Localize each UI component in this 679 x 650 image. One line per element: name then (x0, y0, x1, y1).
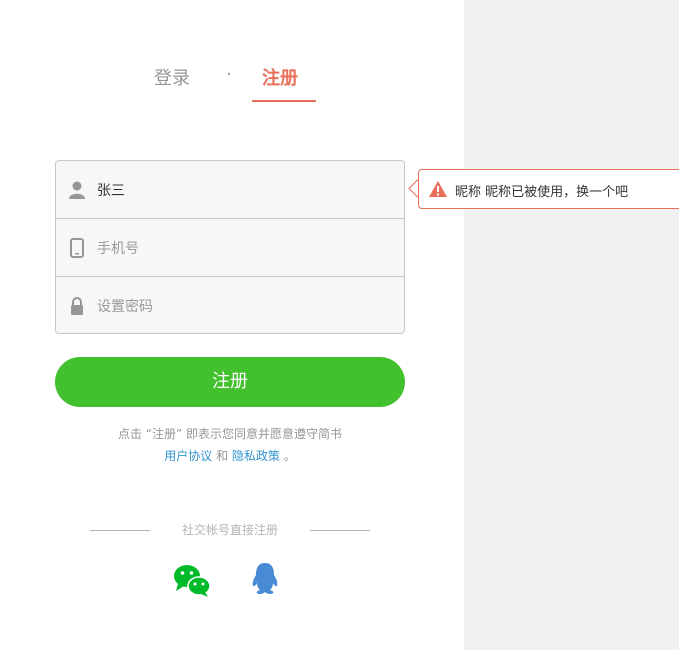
tab-register[interactable]: 注册 (262, 64, 298, 90)
privacy-policy-link[interactable]: 隐私政策 (232, 449, 280, 463)
register-panel: 登录 · 注册 张三 手机号 设置密码 注册 点击 “注册” 即表示您同意并愿意… (0, 0, 464, 650)
terms-and: 和 (212, 449, 232, 463)
register-button[interactable]: 注册 (55, 357, 405, 407)
nickname-input[interactable]: 张三 (97, 180, 125, 200)
wechat-icon[interactable] (172, 562, 212, 598)
terms-prefix: 点击 “注册” 即表示您同意并愿意遵守简书 (117, 427, 343, 441)
lock-icon (71, 297, 83, 315)
phone-input[interactable]: 手机号 (97, 238, 139, 258)
tab-login[interactable]: 登录 (154, 64, 190, 90)
social-login-title: 社交帐号直接注册 (90, 521, 370, 541)
nickname-error-tooltip: 昵称 昵称已被使用，换一个吧 (418, 169, 679, 209)
terms-text: 点击 “注册” 即表示您同意并愿意遵守简书 用户协议 和 隐私政策 。 (55, 423, 405, 467)
qq-icon[interactable] (251, 562, 279, 596)
phone-field[interactable]: 手机号 (56, 219, 404, 277)
user-icon (69, 181, 85, 199)
active-tab-underline (252, 100, 316, 102)
password-input[interactable]: 设置密码 (97, 296, 153, 316)
terms-suffix: 。 (279, 449, 296, 463)
terms-links: 用户协议 和 隐私政策 。 (55, 445, 405, 467)
tab-separator: · (226, 64, 232, 85)
register-form: 张三 手机号 设置密码 (55, 160, 405, 334)
tooltip-message: 昵称 昵称已被使用，换一个吧 (455, 185, 629, 200)
user-agreement-link[interactable]: 用户协议 (164, 449, 212, 463)
divider-right (310, 530, 370, 531)
phone-icon (70, 238, 84, 258)
warning-icon (429, 181, 447, 197)
password-field[interactable]: 设置密码 (56, 277, 404, 335)
nickname-field[interactable]: 张三 (56, 161, 404, 219)
